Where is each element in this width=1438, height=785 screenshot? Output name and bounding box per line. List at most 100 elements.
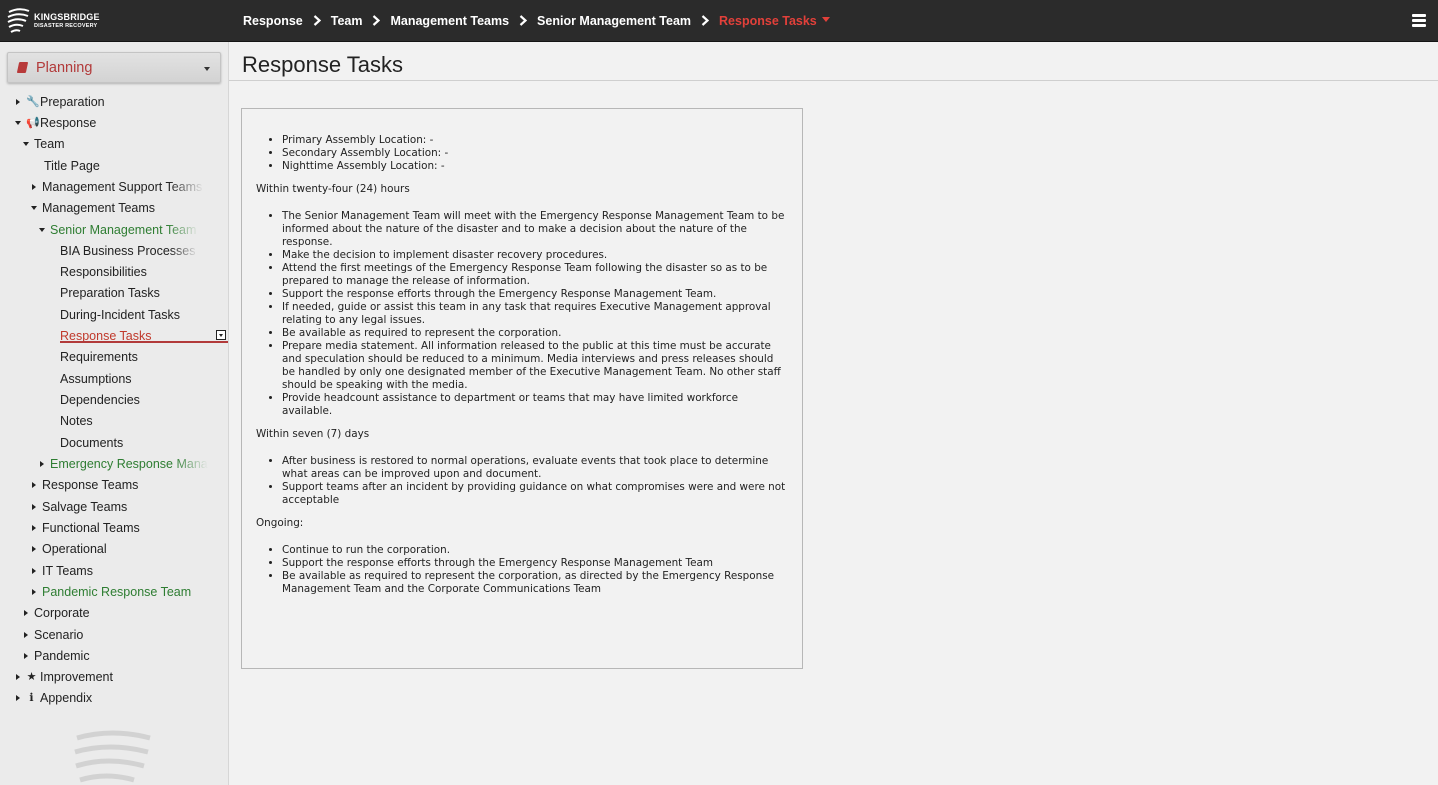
info-icon: ℹ (29, 691, 34, 704)
expand-right-icon[interactable] (32, 588, 36, 595)
tasks-24-hours-list: The Senior Management Team will meet wit… (282, 210, 789, 418)
expand-right-icon[interactable] (24, 652, 28, 659)
chevron-right-icon (691, 12, 719, 30)
sidebar-item-assumptions[interactable]: Assumptions (60, 370, 132, 388)
list-item: Continue to run the corporation. (282, 544, 789, 557)
list-item: After business is restored to normal ope… (282, 455, 789, 481)
expand-down-icon[interactable] (23, 141, 29, 146)
content-panel: Primary Assembly Location: - Secondary A… (241, 108, 803, 669)
sidebar-item-response[interactable]: 📢Response (15, 114, 96, 132)
sidebar-item-improvement[interactable]: ★ Improvement (16, 668, 113, 686)
list-item: If needed, guide or assist this team in … (282, 301, 789, 327)
page-title: Response Tasks (242, 52, 404, 77)
brand-subtitle: DISASTER RECOVERY (34, 23, 98, 29)
breadcrumb-response-tasks[interactable]: Response Tasks (719, 14, 817, 28)
sidebar-item-scenario[interactable]: Scenario (24, 626, 83, 644)
planning-dropdown-button[interactable]: Planning (7, 52, 221, 83)
list-item: Support the response efforts through the… (282, 557, 789, 570)
logo-icon (7, 8, 30, 33)
list-item: Nighttime Assembly Location: - (282, 160, 789, 173)
sidebar-item-responsibilities[interactable]: Responsibilities (60, 263, 147, 281)
expand-right-icon[interactable] (32, 503, 36, 510)
sidebar-item-documents[interactable]: Documents (60, 434, 123, 452)
list-item: Be available as required to represent th… (282, 570, 789, 596)
chevron-down-icon (204, 67, 210, 71)
wrench-icon: 🔧 (26, 95, 40, 108)
breadcrumb-response[interactable]: Response (243, 14, 303, 28)
expand-right-icon[interactable] (24, 631, 28, 638)
sidebar-item-salvage-teams[interactable]: Salvage Teams (32, 498, 127, 516)
sidebar-item-dependencies[interactable]: Dependencies (60, 391, 140, 409)
caret-down-icon[interactable] (821, 16, 830, 22)
expand-down-icon[interactable] (31, 205, 37, 210)
sidebar-item-senior-management-team[interactable]: Senior Management Team (39, 221, 199, 239)
star-icon: ★ (26, 670, 37, 683)
sidebar: Planning 🔧Preparation 📢Response Team Tit… (0, 42, 229, 785)
tasks-7-days-list: After business is restored to normal ope… (282, 455, 789, 507)
section-heading-ongoing: Ongoing: (256, 517, 304, 529)
sidebar-item-requirements[interactable]: Requirements (60, 348, 138, 366)
expand-right-icon[interactable] (32, 567, 36, 574)
breadcrumb: Response Team Management Teams Senior Ma… (243, 0, 830, 42)
list-item: Secondary Assembly Location: - (282, 147, 789, 160)
main-content: Response Tasks Primary Assembly Location… (229, 42, 1438, 785)
expand-right-icon[interactable] (16, 98, 20, 105)
breadcrumb-management-teams[interactable]: Management Teams (390, 14, 509, 28)
sidebar-item-management-support-teams[interactable]: Management Support Teams (32, 178, 204, 196)
planning-label: Planning (36, 60, 93, 76)
sidebar-item-notes[interactable]: Notes (60, 412, 93, 430)
selected-item-underline (60, 341, 228, 343)
sidebar-item-pandemic[interactable]: Pandemic (24, 647, 90, 665)
list-item: Prepare media statement. All information… (282, 340, 789, 392)
sidebar-item-during-incident-tasks[interactable]: During-Incident Tasks (60, 306, 180, 324)
expand-right-icon[interactable] (16, 694, 20, 701)
list-item: Be available as required to represent th… (282, 327, 789, 340)
assembly-locations-list: Primary Assembly Location: - Secondary A… (282, 134, 789, 173)
expand-right-icon[interactable] (32, 481, 36, 488)
expand-right-icon[interactable] (32, 183, 36, 190)
sidebar-item-functional-teams[interactable]: Functional Teams (32, 519, 140, 537)
list-item: The Senior Management Team will meet wit… (282, 210, 789, 249)
expand-right-icon[interactable] (32, 545, 36, 552)
sidebar-item-appendix[interactable]: ℹ Appendix (16, 689, 92, 707)
sidebar-item-pandemic-response-team[interactable]: Pandemic Response Team (32, 583, 191, 601)
tasks-ongoing-list: Continue to run the corporation. Support… (282, 544, 789, 596)
book-icon (16, 62, 29, 73)
list-item: Support the response efforts through the… (282, 288, 789, 301)
sidebar-item-title-page[interactable]: Title Page (44, 157, 100, 175)
chevron-right-icon (362, 12, 390, 30)
section-heading-7-days: Within seven (7) days (256, 428, 370, 440)
collapse-toggle-icon[interactable] (216, 330, 226, 340)
sidebar-item-preparation[interactable]: 🔧Preparation (16, 93, 105, 111)
sidebar-item-bia-business-processes[interactable]: BIA Business Processes (60, 242, 198, 260)
sidebar-item-team[interactable]: Team (23, 135, 65, 153)
expand-right-icon[interactable] (40, 460, 44, 467)
expand-down-icon[interactable] (15, 120, 21, 125)
sidebar-item-management-teams[interactable]: Management Teams (31, 199, 155, 217)
expand-right-icon[interactable] (16, 673, 20, 680)
list-item: Support teams after an incident by provi… (282, 481, 789, 507)
title-divider (229, 80, 1438, 81)
chevron-right-icon (303, 12, 331, 30)
hamburger-menu-icon[interactable] (1412, 14, 1426, 28)
logo-watermark-icon (74, 730, 151, 783)
sidebar-item-operational[interactable]: Operational (32, 540, 107, 558)
sidebar-item-emergency-response-management-team[interactable]: Emergency Response Mana (40, 455, 208, 473)
breadcrumb-senior-management-team[interactable]: Senior Management Team (537, 14, 691, 28)
list-item: Provide headcount assistance to departme… (282, 392, 789, 418)
kingsbridge-logo[interactable]: KINGSBRIDGE DISASTER RECOVERY (6, 6, 116, 36)
sidebar-item-response-teams[interactable]: Response Teams (32, 476, 138, 494)
sidebar-item-corporate[interactable]: Corporate (24, 604, 90, 622)
list-item: Make the decision to implement disaster … (282, 249, 789, 262)
sidebar-item-preparation-tasks[interactable]: Preparation Tasks (60, 284, 160, 302)
megaphone-icon: 📢 (26, 116, 40, 129)
top-bar: KINGSBRIDGE DISASTER RECOVERY Response T… (0, 0, 1438, 42)
breadcrumb-team[interactable]: Team (331, 14, 363, 28)
list-item: Attend the first meetings of the Emergen… (282, 262, 789, 288)
expand-right-icon[interactable] (24, 609, 28, 616)
expand-right-icon[interactable] (32, 524, 36, 531)
list-item: Primary Assembly Location: - (282, 134, 789, 147)
chevron-right-icon (509, 12, 537, 30)
expand-down-icon[interactable] (39, 227, 45, 232)
sidebar-item-it-teams[interactable]: IT Teams (32, 562, 93, 580)
